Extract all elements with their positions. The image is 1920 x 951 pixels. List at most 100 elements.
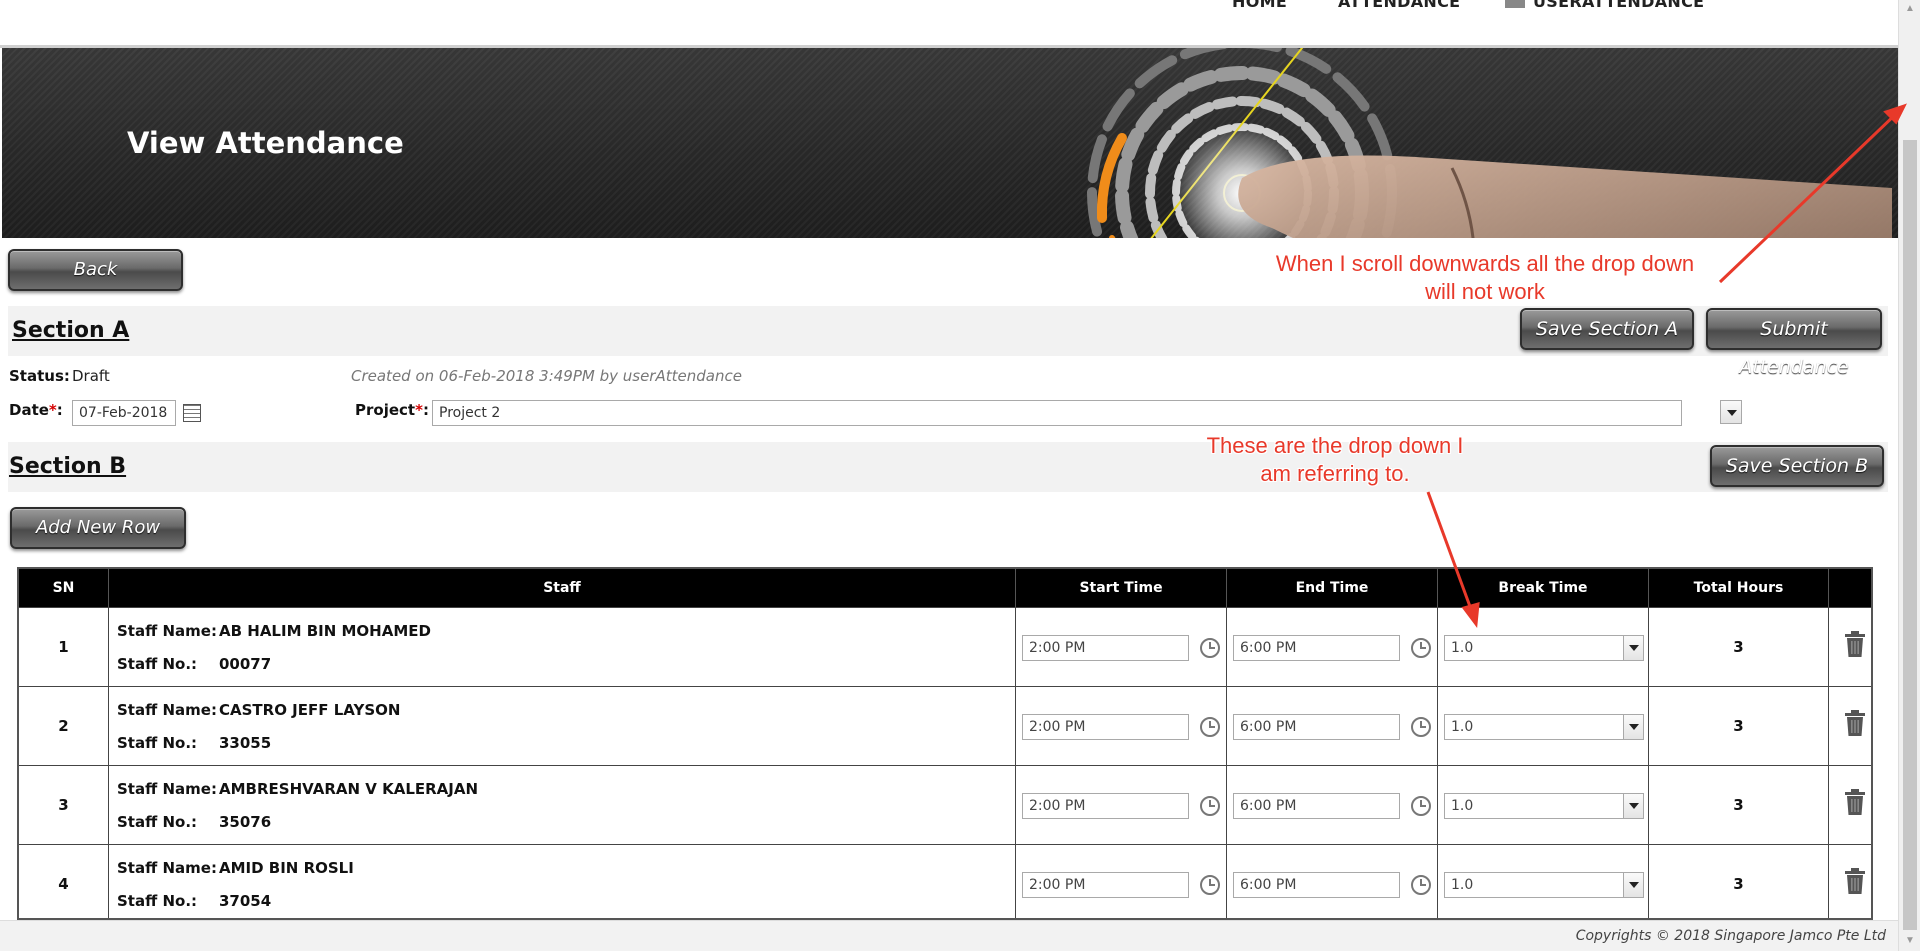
end-time-clock-icon[interactable]: [1411, 796, 1431, 816]
staff-no-value: 37054: [219, 892, 272, 910]
cell-break-time: 1.0: [1438, 766, 1649, 845]
cell-staff: Staff Name: AMID BIN ROSLI Staff No.: 37054: [109, 845, 1016, 918]
start-time-input[interactable]: 2:00 PM: [1022, 635, 1189, 661]
staff-no-label: Staff No.:: [117, 892, 198, 910]
staff-name-label: Staff Name:: [117, 622, 217, 640]
cell-start-time: 2:00 PM: [1016, 766, 1227, 845]
cell-end-time: 6:00 PM: [1227, 766, 1438, 845]
start-time-input[interactable]: 2:00 PM: [1022, 714, 1189, 740]
start-time-input[interactable]: 2:00 PM: [1022, 793, 1189, 819]
trash-icon[interactable]: [1843, 867, 1867, 895]
start-time-input[interactable]: 2:00 PM: [1022, 872, 1189, 898]
nav-home[interactable]: HOME: [1232, 0, 1287, 11]
save-section-a-button[interactable]: Save Section A: [1520, 308, 1694, 350]
attendance-table: SN Staff Start Time End Time Break Time …: [17, 567, 1873, 920]
date-label-colon: :: [56, 401, 63, 419]
staff-no-label: Staff No.:: [117, 655, 198, 673]
row-number: 1: [58, 638, 69, 656]
section-b-title: Section B: [9, 454, 127, 479]
end-time-input[interactable]: 6:00 PM: [1233, 714, 1400, 740]
submit-attendance-button[interactable]: Submit Attendance: [1706, 308, 1882, 378]
project-select[interactable]: Project 2: [432, 400, 1682, 426]
staff-no-label: Staff No.:: [117, 813, 198, 831]
scrollbar-thumb[interactable]: [1903, 140, 1917, 930]
end-time-input[interactable]: 6:00 PM: [1233, 635, 1400, 661]
header-actions: [1829, 569, 1871, 607]
total-hours-value: 3: [1733, 638, 1744, 656]
copyright-text: Copyrights © 2018 Singapore Jamco Pte Lt…: [1575, 928, 1886, 944]
cell-end-time: 6:00 PM: [1227, 687, 1438, 766]
total-hours-value: 3: [1733, 875, 1744, 893]
project-dropdown-button[interactable]: [1720, 400, 1742, 424]
chevron-down-icon[interactable]: [1623, 794, 1643, 818]
cell-actions: [1829, 608, 1871, 687]
table-row: 2 Staff Name: CASTRO JEFF LAYSON Staff No.:…: [19, 686, 1871, 766]
dropdown-annotation-line1: These are the drop down I: [1206, 433, 1464, 458]
section-a-title: Section A: [12, 318, 130, 343]
end-time-input[interactable]: 6:00 PM: [1233, 872, 1400, 898]
end-time-clock-icon[interactable]: [1411, 638, 1431, 658]
start-time-clock-icon[interactable]: [1200, 638, 1220, 658]
date-label-text: Date: [9, 401, 49, 419]
end-time-input[interactable]: 6:00 PM: [1233, 793, 1400, 819]
chevron-down-icon[interactable]: [1623, 636, 1643, 660]
row-number: 2: [58, 717, 69, 735]
cell-staff: Staff Name: AMBRESHVARAN V KALERAJAN Staff…: [109, 766, 1016, 845]
date-input[interactable]: 07-Feb-2018: [72, 400, 176, 426]
header-total-hours: Total Hours: [1649, 569, 1829, 607]
break-time-dropdown[interactable]: 1.0: [1444, 714, 1644, 740]
project-label: Project*:: [355, 401, 429, 419]
staff-name-label: Staff Name:: [117, 780, 217, 798]
staff-name-value: CASTRO JEFF LAYSON: [219, 701, 401, 719]
start-time-clock-icon[interactable]: [1200, 717, 1220, 737]
date-required-mark: *: [48, 401, 57, 419]
date-label: Date*:: [9, 401, 63, 419]
cell-actions: [1829, 766, 1871, 845]
scroll-annotation: When I scroll downwards all the drop dow…: [1240, 250, 1730, 306]
end-time-clock-icon[interactable]: [1411, 875, 1431, 895]
user-attendance-icon: [1505, 0, 1525, 8]
calendar-icon[interactable]: [183, 404, 201, 422]
staff-no-label: Staff No.:: [117, 734, 198, 752]
staff-name-value: AMID BIN ROSLI: [219, 859, 354, 877]
cell-total-hours: 3: [1649, 608, 1829, 687]
staff-no-value: 35076: [219, 813, 272, 831]
vertical-scrollbar[interactable]: ▲ ▼: [1898, 0, 1920, 951]
scroll-down-arrow-icon[interactable]: ▼: [1904, 935, 1916, 947]
cell-end-time: 6:00 PM: [1227, 608, 1438, 687]
cell-total-hours: 3: [1649, 766, 1829, 845]
add-new-row-button[interactable]: Add New Row: [10, 507, 186, 549]
start-time-clock-icon[interactable]: [1200, 796, 1220, 816]
break-time-dropdown[interactable]: 1.0: [1444, 872, 1644, 898]
nav-userattendance[interactable]: USERATTENDANCE: [1505, 0, 1704, 11]
header-sn: SN: [19, 569, 109, 607]
chevron-down-icon[interactable]: [1623, 715, 1643, 739]
nav-userattendance-label: USERATTENDANCE: [1533, 0, 1705, 11]
staff-name-label: Staff Name:: [117, 859, 217, 877]
footer: Copyrights © 2018 Singapore Jamco Pte Lt…: [0, 920, 1898, 951]
cell-break-time: 1.0: [1438, 845, 1649, 918]
cell-actions: [1829, 687, 1871, 766]
save-section-b-button[interactable]: Save Section B: [1710, 445, 1884, 487]
end-time-clock-icon[interactable]: [1411, 717, 1431, 737]
top-nav: HOME ATTENDANCE USERATTENDANCE: [0, 0, 1898, 48]
scroll-up-arrow-icon[interactable]: ▲: [1904, 3, 1916, 15]
cell-start-time: 2:00 PM: [1016, 845, 1227, 918]
trash-icon[interactable]: [1843, 630, 1867, 658]
back-button[interactable]: Back: [8, 249, 183, 291]
chevron-down-icon[interactable]: [1623, 873, 1643, 897]
table-row: 3 Staff Name: AMBRESHVARAN V KALERAJAN Staf…: [19, 765, 1871, 845]
staff-name-label: Staff Name:: [117, 701, 217, 719]
cell-actions: [1829, 845, 1871, 918]
break-time-dropdown[interactable]: 1.0: [1444, 635, 1644, 661]
banner-fingerprint-graphic: [1087, 48, 1892, 238]
trash-icon[interactable]: [1843, 788, 1867, 816]
page-banner: View Attendance: [2, 48, 1898, 238]
break-time-value: 1.0: [1451, 719, 1474, 735]
trash-icon[interactable]: [1843, 709, 1867, 737]
row-number: 3: [58, 796, 69, 814]
break-time-dropdown[interactable]: 1.0: [1444, 793, 1644, 819]
start-time-clock-icon[interactable]: [1200, 875, 1220, 895]
cell-sn: 1: [19, 608, 109, 687]
nav-attendance[interactable]: ATTENDANCE: [1338, 0, 1460, 11]
